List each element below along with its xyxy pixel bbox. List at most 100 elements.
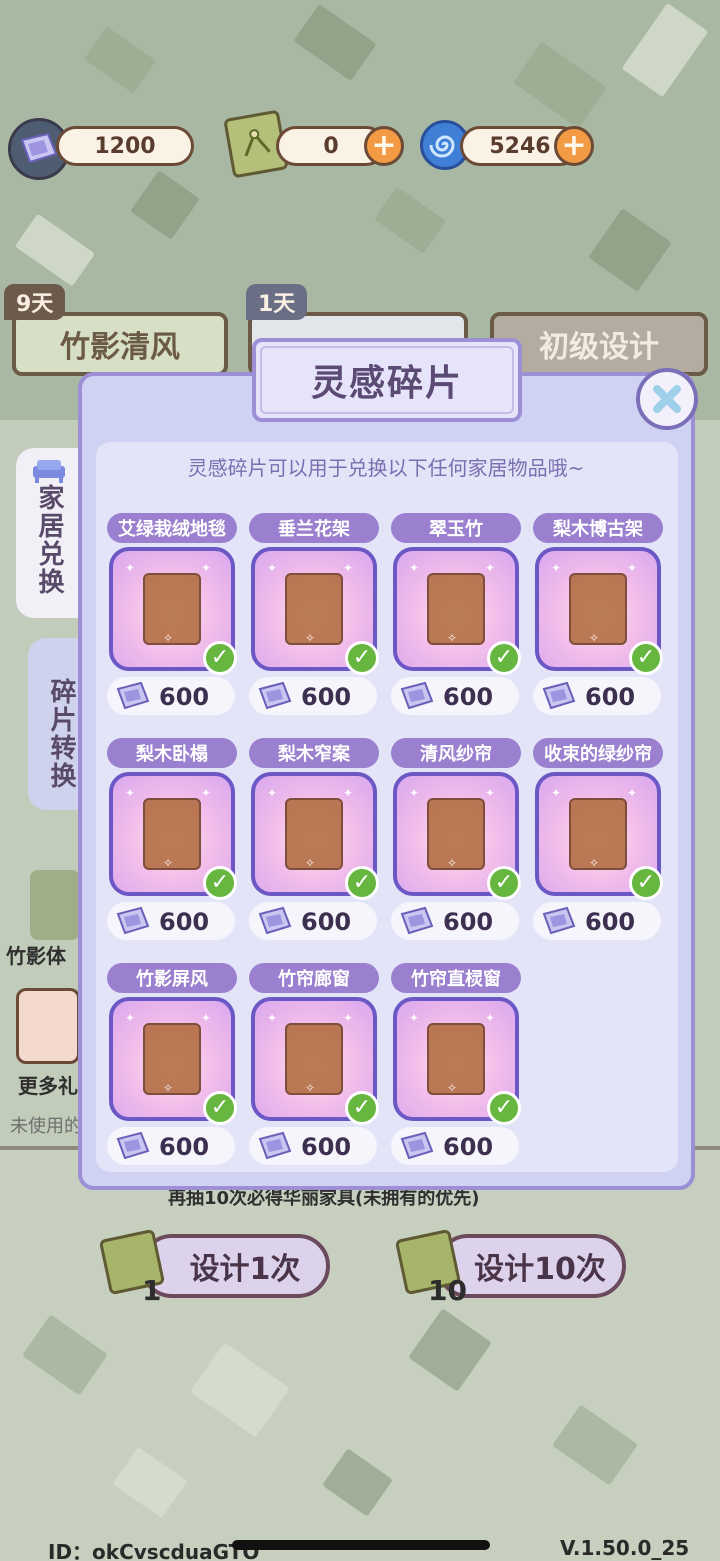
sparkle-icon: ✧ xyxy=(163,631,174,645)
item-price-value: 600 xyxy=(585,683,636,711)
owned-check-icon: ✓ xyxy=(487,866,521,900)
sparkle-icon: ✦ xyxy=(551,561,562,575)
sparkle-icon: ✦ xyxy=(267,786,278,800)
owned-check-icon: ✓ xyxy=(345,866,379,900)
exchange-item-card[interactable]: 竹帘廊窗 ✦ ✧ ✦ ✓ 600 xyxy=(249,963,379,1165)
item-price: 600 xyxy=(533,677,661,715)
sparkle-icon: ✦ xyxy=(201,561,212,575)
design-once-count: 1 xyxy=(142,1274,162,1307)
design-once-label: 设计1次 xyxy=(189,1252,301,1287)
exchange-item-card[interactable]: 梨木卧榻 ✦ ✧ ✦ ✓ 600 xyxy=(107,738,237,940)
sparkle-icon: ✧ xyxy=(447,1081,458,1095)
more-gifts-button[interactable] xyxy=(16,988,80,1064)
banner-tab-basic[interactable]: 初级设计 xyxy=(490,312,708,376)
fragment-icon xyxy=(115,1131,151,1167)
fragment-icon xyxy=(541,906,577,942)
close-button[interactable] xyxy=(636,368,698,430)
sparkle-icon: ✧ xyxy=(305,1081,316,1095)
fragment-icon xyxy=(257,1131,293,1167)
owned-check-icon: ✓ xyxy=(345,1091,379,1125)
sparkle-icon: ✦ xyxy=(125,561,136,575)
unused-label: 未使用的 xyxy=(10,1116,82,1137)
item-price: 600 xyxy=(391,677,519,715)
item-price-value: 600 xyxy=(159,1133,210,1161)
sparkle-icon: ✦ xyxy=(409,1011,420,1025)
sparkle-icon: ✧ xyxy=(589,631,600,645)
ticket-count-value: 0 xyxy=(323,133,339,159)
exchange-item-card[interactable]: 清风纱帘 ✦ ✧ ✦ ✓ 600 xyxy=(391,738,521,940)
version-label: V.1.50.0_25 xyxy=(560,1536,690,1560)
exchange-item-card[interactable]: 竹影屏风 ✦ ✧ ✦ ✓ 600 xyxy=(107,963,237,1165)
sparkle-icon: ✦ xyxy=(267,1011,278,1025)
owned-check-icon: ✓ xyxy=(487,641,521,675)
sparkle-icon: ✦ xyxy=(485,786,496,800)
item-price: 600 xyxy=(533,902,661,940)
design-ten-count: 10 xyxy=(428,1274,467,1307)
gift-box-image xyxy=(30,870,80,940)
sparkle-icon: ✦ xyxy=(267,561,278,575)
item-name: 竹帘直棂窗 xyxy=(391,963,521,993)
item-price-value: 600 xyxy=(443,908,494,936)
fragment-icon xyxy=(115,906,151,942)
sparkle-icon: ✦ xyxy=(125,786,136,800)
item-price-value: 600 xyxy=(301,908,352,936)
item-name: 梨木卧榻 xyxy=(107,738,237,768)
sparkle-icon: ✦ xyxy=(343,1011,354,1025)
exchange-item-card[interactable]: 翠玉竹 ✦ ✧ ✦ ✓ 600 xyxy=(391,513,521,715)
owned-check-icon: ✓ xyxy=(203,1091,237,1125)
item-price-value: 600 xyxy=(443,1133,494,1161)
item-price-value: 600 xyxy=(443,683,494,711)
fragment-icon xyxy=(115,681,151,717)
exchange-item-card[interactable]: 收束的绿纱帘 ✦ ✧ ✦ ✓ 600 xyxy=(533,738,663,940)
item-name: 竹帘廊窗 xyxy=(249,963,379,993)
banner-tab-bamboo[interactable]: 竹影清风 xyxy=(12,312,228,376)
banner-days-badge: 9天 xyxy=(4,284,66,320)
banner-days-badge-2: 1天 xyxy=(246,284,308,320)
sparkle-icon: ✦ xyxy=(343,561,354,575)
item-name: 梨木博古架 xyxy=(533,513,663,543)
banner-days-badge-2-text: 1天 xyxy=(258,292,296,317)
banner-days-badge-text: 9天 xyxy=(16,292,54,317)
owned-check-icon: ✓ xyxy=(203,641,237,675)
add-ticket-button[interactable]: + xyxy=(364,126,404,166)
exchange-item-card[interactable]: 梨木窄案 ✦ ✧ ✦ ✓ 600 xyxy=(249,738,379,940)
design-once-button[interactable]: 设计1次 xyxy=(140,1234,330,1298)
fragment-icon xyxy=(399,906,435,942)
owned-check-icon: ✓ xyxy=(487,1091,521,1125)
exchange-item-card[interactable]: 竹帘直棂窗 ✦ ✧ ✦ ✓ 600 xyxy=(391,963,521,1165)
sparkle-icon: ✦ xyxy=(485,561,496,575)
fragment-icon xyxy=(399,1131,435,1167)
item-price: 600 xyxy=(107,677,235,715)
item-name: 翠玉竹 xyxy=(391,513,521,543)
modal-title-banner: 灵感碎片 xyxy=(252,338,522,422)
sparkle-icon: ✦ xyxy=(409,786,420,800)
fragment-count-value: 1200 xyxy=(94,133,156,159)
exchange-item-card[interactable]: 梨木博古架 ✦ ✧ ✦ ✓ 600 xyxy=(533,513,663,715)
item-price: 600 xyxy=(249,1127,377,1165)
sparkle-icon: ✧ xyxy=(447,631,458,645)
exchange-item-card[interactable]: 艾绿栽绒地毯 ✦ ✧ ✦ ✓ 600 xyxy=(107,513,237,715)
sparkle-icon: ✦ xyxy=(201,1011,212,1025)
owned-check-icon: ✓ xyxy=(629,866,663,900)
owned-check-icon: ✓ xyxy=(203,866,237,900)
fragment-icon xyxy=(399,681,435,717)
sparkle-icon: ✧ xyxy=(163,856,174,870)
owned-check-icon: ✓ xyxy=(345,641,379,675)
fragment-icon xyxy=(257,906,293,942)
item-price-value: 600 xyxy=(159,908,210,936)
sparkle-icon: ✧ xyxy=(447,856,458,870)
side-tab-home-exchange[interactable]: 家居兑换 xyxy=(16,448,82,618)
sparkle-icon: ✦ xyxy=(551,786,562,800)
sparkle-icon: ✦ xyxy=(627,786,638,800)
add-gem-button[interactable]: + xyxy=(554,126,594,166)
exchange-item-card[interactable]: 垂兰花架 ✦ ✧ ✦ ✓ 600 xyxy=(249,513,379,715)
sparkle-icon: ✧ xyxy=(163,1081,174,1095)
sparkle-icon: ✧ xyxy=(305,856,316,870)
sparkle-icon: ✧ xyxy=(305,631,316,645)
sparkle-icon: ✧ xyxy=(589,856,600,870)
fragment-icon xyxy=(257,681,293,717)
item-price: 600 xyxy=(107,1127,235,1165)
item-name: 垂兰花架 xyxy=(249,513,379,543)
item-price-value: 600 xyxy=(301,1133,352,1161)
item-price-value: 600 xyxy=(301,683,352,711)
